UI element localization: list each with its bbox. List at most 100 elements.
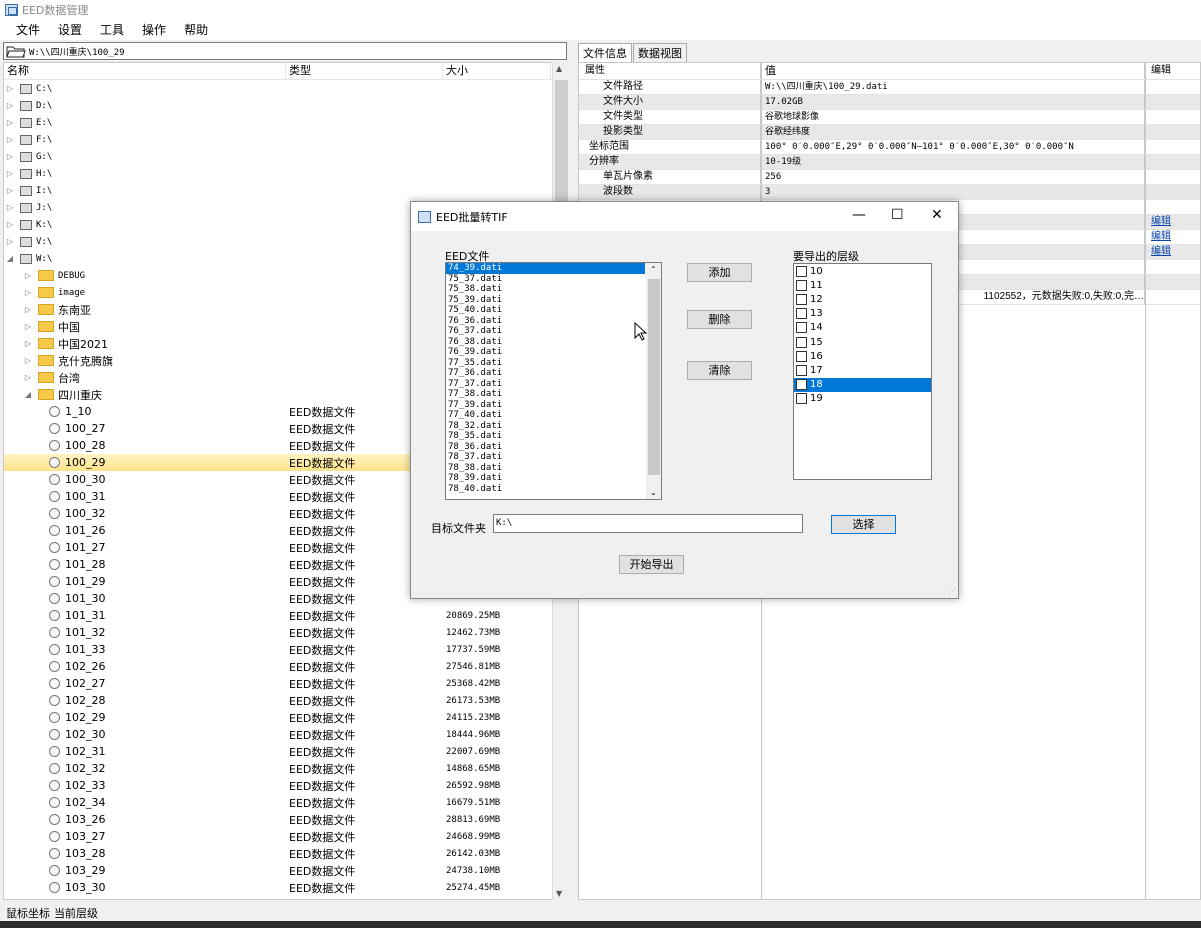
- menu-file[interactable]: 文件: [7, 21, 49, 38]
- tab-file-info[interactable]: 文件信息: [578, 43, 632, 62]
- level-option[interactable]: 15: [794, 335, 931, 349]
- eed-file-item[interactable]: 75_38.dati: [446, 284, 661, 295]
- eed-file-item[interactable]: 75_40.dati: [446, 305, 661, 316]
- level-option[interactable]: 17: [794, 363, 931, 377]
- eed-file-item[interactable]: 77_38.dati: [446, 389, 661, 400]
- eed-file-item[interactable]: 78_38.dati: [446, 463, 661, 474]
- tree-row-file[interactable]: 102_33 EED数据文件 26592.98MB: [4, 777, 568, 794]
- path-bar[interactable]: W:\\四川重庆\100_29: [3, 42, 567, 60]
- tree-row-file[interactable]: 102_31 EED数据文件 22007.69MB: [4, 743, 568, 760]
- eed-file-item[interactable]: 76_36.dati: [446, 316, 661, 327]
- tree-row-file[interactable]: 102_34 EED数据文件 16679.51MB: [4, 794, 568, 811]
- eed-file-item[interactable]: 78_36.dati: [446, 442, 661, 453]
- level-option[interactable]: 10: [794, 264, 931, 278]
- tree-row-file[interactable]: 102_32 EED数据文件 14868.65MB: [4, 760, 568, 777]
- eed-file-item[interactable]: 74_39.dati: [446, 263, 645, 274]
- expand-toggle-icon[interactable]: ▷: [4, 152, 16, 161]
- expand-toggle-icon[interactable]: ▷: [22, 305, 34, 314]
- eed-file-item[interactable]: 77_40.dati: [446, 410, 661, 421]
- expand-toggle-icon[interactable]: ▷: [4, 84, 16, 93]
- level-checkbox[interactable]: [796, 336, 807, 348]
- resize-grip-icon[interactable]: ⋰: [948, 587, 956, 596]
- level-checkbox[interactable]: [796, 279, 807, 291]
- level-checkbox[interactable]: [796, 308, 807, 320]
- level-option[interactable]: 19: [794, 392, 931, 406]
- tree-row-file[interactable]: 103_29 EED数据文件 24738.10MB: [4, 862, 568, 879]
- level-checkbox[interactable]: [796, 364, 807, 376]
- browse-button[interactable]: 选择: [831, 515, 896, 534]
- eed-scroll-thumb[interactable]: [648, 279, 660, 475]
- tree-row-file[interactable]: 103_26 EED数据文件 28813.69MB: [4, 811, 568, 828]
- expand-toggle-icon[interactable]: ▷: [22, 271, 34, 280]
- prop-edit-link[interactable]: 编辑: [1145, 215, 1200, 229]
- level-option[interactable]: 14: [794, 321, 931, 335]
- menu-tools[interactable]: 工具: [91, 21, 133, 38]
- eed-file-item[interactable]: 78_40.dati: [446, 484, 661, 495]
- col-name-header[interactable]: 名称: [4, 63, 286, 79]
- expand-toggle-icon[interactable]: ◢: [4, 254, 16, 263]
- menu-operations[interactable]: 操作: [133, 21, 175, 38]
- eed-file-item[interactable]: 75_39.dati: [446, 295, 661, 306]
- tree-row-drive[interactable]: ▷ E:\: [4, 114, 568, 131]
- tree-row-file[interactable]: 103_30 EED数据文件 25274.45MB: [4, 879, 568, 896]
- add-button[interactable]: 添加: [687, 263, 752, 282]
- eed-file-item[interactable]: 77_39.dati: [446, 400, 661, 411]
- eed-file-item[interactable]: 78_35.dati: [446, 431, 661, 442]
- menu-help[interactable]: 帮助: [175, 21, 217, 38]
- chevron-up-icon[interactable]: ⌃: [650, 265, 657, 274]
- col-size-header[interactable]: 大小: [443, 63, 551, 79]
- tree-row-file[interactable]: 102_26 EED数据文件 27546.81MB: [4, 658, 568, 675]
- scroll-up-icon[interactable]: ▲: [556, 64, 562, 73]
- expand-toggle-icon[interactable]: ▷: [4, 203, 16, 212]
- tree-row-file[interactable]: 101_32 EED数据文件 12462.73MB: [4, 624, 568, 641]
- target-folder-input[interactable]: K:\: [493, 514, 803, 533]
- tab-data-view[interactable]: 数据视图: [633, 43, 687, 62]
- tree-row-file[interactable]: 103_28 EED数据文件 26142.03MB: [4, 845, 568, 862]
- tree-row-file[interactable]: 102_27 EED数据文件 25368.42MB: [4, 675, 568, 692]
- eed-file-item[interactable]: 78_37.dati: [446, 452, 661, 463]
- tree-row-file[interactable]: 101_33 EED数据文件 17737.59MB: [4, 641, 568, 658]
- expand-toggle-icon[interactable]: ▷: [22, 339, 34, 348]
- eed-file-item[interactable]: 76_38.dati: [446, 337, 661, 348]
- expand-toggle-icon[interactable]: ▷: [22, 373, 34, 382]
- eed-file-item[interactable]: 78_39.dati: [446, 473, 661, 484]
- maximize-icon[interactable]: ☐: [891, 207, 904, 223]
- start-export-button[interactable]: 开始导出: [619, 555, 684, 574]
- eed-file-list[interactable]: 74_39.dati 75_37.dati 75_38.dati 75_39.dati…: [445, 262, 662, 500]
- level-checkbox[interactable]: [796, 350, 807, 362]
- expand-toggle-icon[interactable]: ▷: [4, 101, 16, 110]
- tree-row-drive[interactable]: ▷ I:\: [4, 182, 568, 199]
- level-checkbox[interactable]: [796, 393, 807, 405]
- eed-file-item[interactable]: 76_37.dati: [446, 326, 661, 337]
- tree-row-file[interactable]: 101_31 EED数据文件 20869.25MB: [4, 607, 568, 624]
- expand-toggle-icon[interactable]: ▷: [4, 186, 16, 195]
- prop-edit-link[interactable]: 编辑: [1145, 230, 1200, 244]
- level-checkbox[interactable]: [796, 293, 807, 305]
- level-checkbox[interactable]: [796, 322, 807, 334]
- expand-toggle-icon[interactable]: ▷: [22, 288, 34, 297]
- tree-row-file[interactable]: 102_30 EED数据文件 18444.96MB: [4, 726, 568, 743]
- tree-row-file[interactable]: 103_31 EED数据文件21999.79MB: [4, 896, 568, 899]
- level-option[interactable]: 12: [794, 292, 931, 306]
- tree-row-drive[interactable]: ▷ F:\: [4, 131, 568, 148]
- tree-row-drive[interactable]: ▷ G:\: [4, 148, 568, 165]
- expand-toggle-icon[interactable]: ▷: [22, 356, 34, 365]
- eed-file-item[interactable]: 77_35.dati: [446, 358, 661, 369]
- tree-scroll-thumb[interactable]: [555, 80, 568, 220]
- prop-edit-link[interactable]: 编辑: [1145, 245, 1200, 259]
- eed-file-item[interactable]: 78_32.dati: [446, 421, 661, 432]
- expand-toggle-icon[interactable]: ▷: [4, 220, 16, 229]
- level-checkbox[interactable]: [796, 265, 807, 277]
- chevron-down-icon[interactable]: ⌄: [650, 488, 657, 497]
- level-option[interactable]: 13: [794, 307, 931, 321]
- levels-checklist[interactable]: 10 11 12 13 14 15 16 17 ✓ 18 19: [793, 263, 932, 480]
- eed-file-item[interactable]: 77_36.dati: [446, 368, 661, 379]
- tree-row-drive[interactable]: ▷ C:\: [4, 80, 568, 97]
- expand-toggle-icon[interactable]: ▷: [22, 322, 34, 331]
- level-option[interactable]: 16: [794, 349, 931, 363]
- expand-toggle-icon[interactable]: ▷: [4, 169, 16, 178]
- tree-row-file[interactable]: 102_29 EED数据文件 24115.23MB: [4, 709, 568, 726]
- eed-list-scrollbar[interactable]: ⌃ ⌄: [646, 263, 661, 499]
- expand-toggle-icon[interactable]: ▷: [4, 118, 16, 127]
- tree-row-file[interactable]: 102_28 EED数据文件 26173.53MB: [4, 692, 568, 709]
